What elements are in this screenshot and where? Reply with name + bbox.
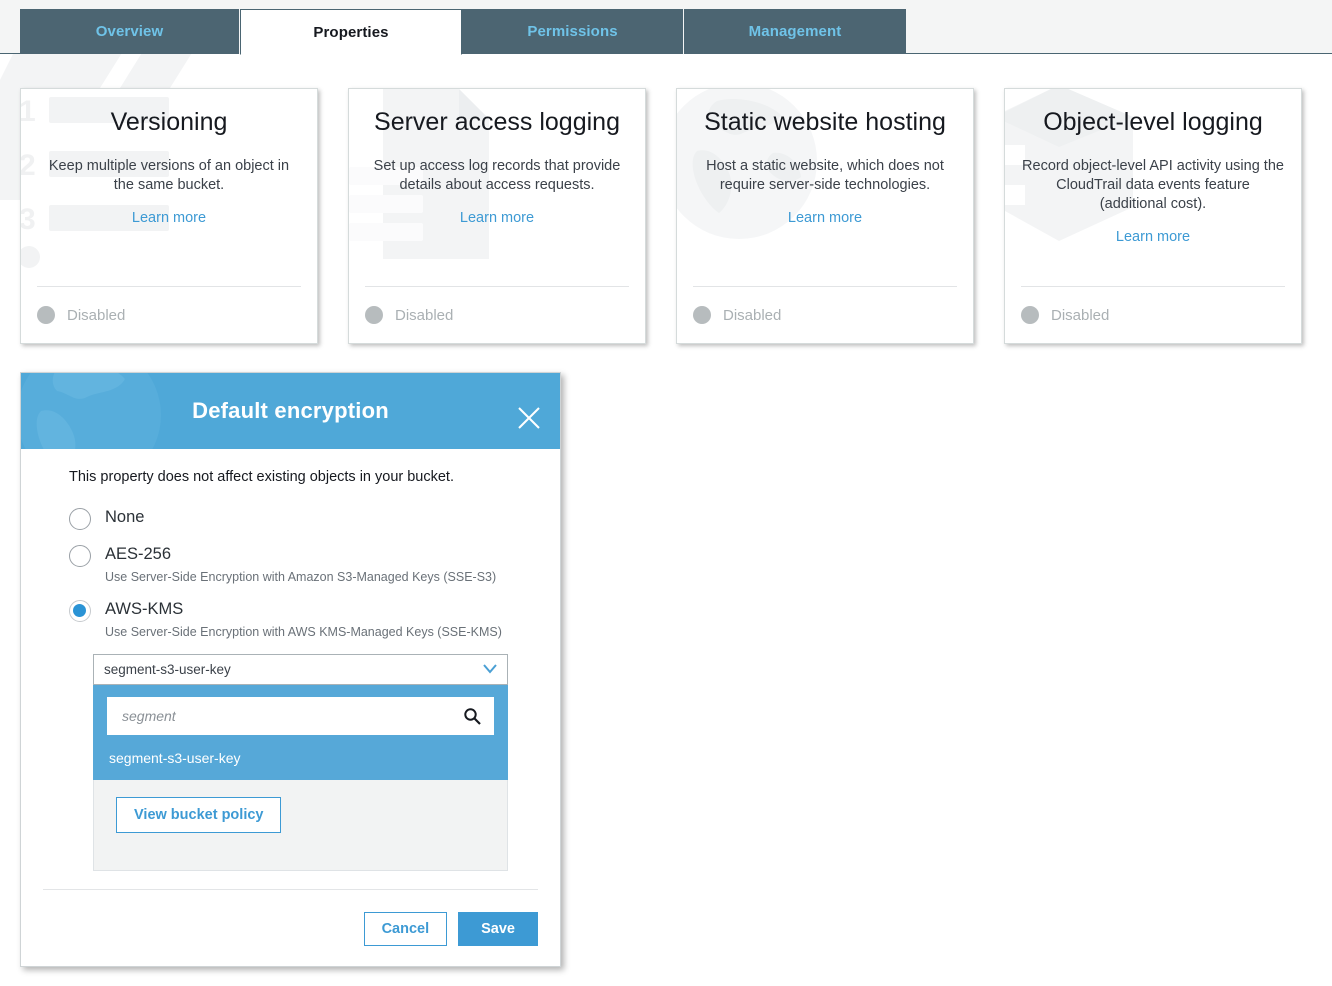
- card-description: Keep multiple versions of an object in t…: [37, 157, 301, 195]
- radio-aes256-icon[interactable]: [69, 545, 91, 567]
- kms-key-select-value: segment-s3-user-key: [104, 662, 231, 677]
- card-title: Versioning: [37, 107, 301, 137]
- chevron-down-icon[interactable]: [483, 664, 497, 674]
- close-icon[interactable]: [514, 403, 544, 433]
- property-card-object-level-logging[interactable]: Object-level logging Record object-level…: [1004, 88, 1302, 344]
- property-card-versioning[interactable]: 1 2 3 Versioning Keep multiple versions …: [20, 88, 318, 344]
- card-title: Server access logging: [365, 107, 629, 137]
- card-status: Disabled: [693, 286, 957, 343]
- status-dot-icon: [365, 306, 383, 324]
- radio-aws-kms-label: AWS-KMS: [105, 599, 502, 620]
- bucket-tab-bar: Overview Properties Permissions Manageme…: [0, 0, 1332, 54]
- card-description: Set up access log records that provide d…: [365, 157, 629, 195]
- radio-none-labels: None: [105, 507, 144, 528]
- card-title: Static website hosting: [693, 107, 957, 137]
- radio-none-label: None: [105, 508, 144, 526]
- status-label: Disabled: [723, 307, 781, 324]
- tab-list: Overview Properties Permissions Manageme…: [20, 8, 906, 54]
- card-description: Record object-level API activity using t…: [1021, 157, 1285, 214]
- radio-aws-kms-icon[interactable]: [69, 600, 91, 622]
- property-card-row: 1 2 3 Versioning Keep multiple versions …: [20, 88, 1302, 344]
- radio-aws-kms-sublabel: Use Server-Side Encryption with AWS KMS-…: [105, 624, 502, 640]
- encryption-option-aws-kms[interactable]: AWS-KMS Use Server-Side Encryption with …: [69, 599, 538, 640]
- card-status: Disabled: [1021, 286, 1285, 343]
- tab-properties[interactable]: Properties: [240, 9, 462, 55]
- kms-key-search-box[interactable]: [107, 697, 494, 735]
- radio-aes256-labels: AES-256 Use Server-Side Encryption with …: [105, 544, 496, 585]
- modal-title: Default encryption: [192, 398, 389, 424]
- tab-overview[interactable]: Overview: [20, 9, 240, 54]
- kms-key-select-wrap: segment-s3-user-key segment-s3-user-key: [93, 654, 508, 685]
- modal-header: Default encryption: [21, 373, 560, 449]
- cancel-button[interactable]: Cancel: [364, 912, 448, 946]
- status-dot-icon: [693, 306, 711, 324]
- status-dot-icon: [1021, 306, 1039, 324]
- modal-note: This property does not affect existing o…: [69, 469, 538, 485]
- kms-key-dropdown: segment-s3-user-key: [93, 685, 508, 780]
- radio-aes256-sublabel: Use Server-Side Encryption with Amazon S…: [105, 569, 496, 585]
- tab-overview-label: Overview: [96, 23, 164, 40]
- save-button[interactable]: Save: [458, 912, 538, 946]
- tab-properties-label: Properties: [313, 24, 388, 41]
- encryption-option-aes256[interactable]: AES-256 Use Server-Side Encryption with …: [69, 544, 538, 585]
- view-bucket-policy-button[interactable]: View bucket policy: [116, 797, 281, 833]
- radio-aws-kms-labels: AWS-KMS Use Server-Side Encryption with …: [105, 599, 502, 640]
- tab-permissions-label: Permissions: [527, 23, 617, 40]
- status-label: Disabled: [1051, 307, 1109, 324]
- search-icon[interactable]: [463, 707, 481, 725]
- tab-permissions[interactable]: Permissions: [462, 9, 684, 54]
- kms-key-select[interactable]: segment-s3-user-key: [93, 654, 508, 685]
- encryption-option-none[interactable]: None: [69, 507, 538, 530]
- status-label: Disabled: [67, 307, 125, 324]
- learn-more-link[interactable]: Learn more: [1116, 229, 1190, 245]
- learn-more-link[interactable]: Learn more: [788, 210, 862, 226]
- radio-aes256-label: AES-256: [105, 544, 496, 565]
- learn-more-link[interactable]: Learn more: [132, 210, 206, 226]
- card-status: Disabled: [365, 286, 629, 343]
- status-label: Disabled: [395, 307, 453, 324]
- tab-management[interactable]: Management: [684, 9, 906, 54]
- property-card-server-access-logging[interactable]: Server access logging Set up access log …: [348, 88, 646, 344]
- kms-key-search-input[interactable]: [120, 707, 463, 725]
- globe-watermark-icon: [21, 373, 221, 449]
- modal-footer: Cancel Save: [43, 889, 538, 966]
- card-status: Disabled: [37, 286, 301, 343]
- radio-none-icon[interactable]: [69, 508, 91, 530]
- kms-key-option[interactable]: segment-s3-user-key: [107, 735, 494, 780]
- learn-more-link[interactable]: Learn more: [460, 210, 534, 226]
- card-title: Object-level logging: [1021, 107, 1285, 137]
- property-card-static-website-hosting[interactable]: Static website hosting Host a static web…: [676, 88, 974, 344]
- modal-body: This property does not affect existing o…: [21, 449, 560, 871]
- status-dot-icon: [37, 306, 55, 324]
- tab-management-label: Management: [749, 23, 842, 40]
- card-description: Host a static website, which does not re…: [693, 157, 957, 195]
- default-encryption-modal: Default encryption This property does no…: [20, 372, 561, 967]
